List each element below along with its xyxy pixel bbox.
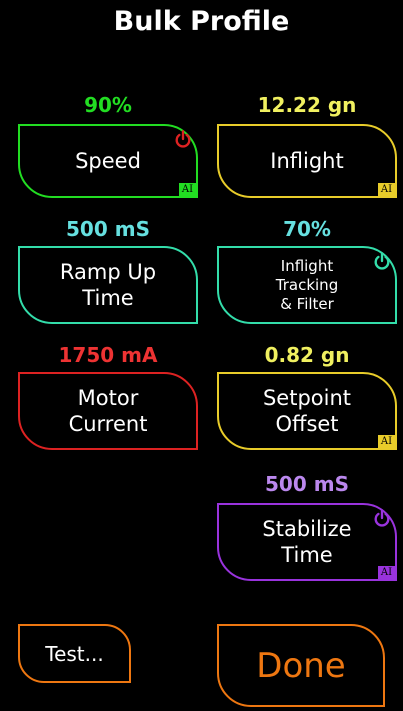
stabilize-button[interactable]: Stabilize Time AI xyxy=(217,503,397,581)
inflight-tracking-label-line2: Tracking xyxy=(275,275,339,294)
inflight-tracking-label-line3: & Filter xyxy=(280,294,334,313)
test-button[interactable]: Test... xyxy=(18,624,131,683)
ramp-up-button[interactable]: Ramp Up Time xyxy=(18,246,198,324)
power-icon[interactable] xyxy=(373,509,391,527)
setpoint-offset-value: 0.82 gn xyxy=(264,343,350,367)
ai-badge: AI xyxy=(179,183,196,196)
test-label: Test... xyxy=(45,641,104,666)
done-label: Done xyxy=(256,645,346,686)
motor-current-label-line1: Motor xyxy=(77,386,139,410)
motor-current-label-line2: Current xyxy=(68,412,148,436)
inflight-tracking-button[interactable]: Inflight Tracking & Filter xyxy=(217,246,397,324)
setpoint-offset-label-line2: Offset xyxy=(275,412,339,436)
ramp-up-label-line2: Time xyxy=(82,286,134,310)
inflight-tracking-value: 70% xyxy=(283,217,331,241)
ai-badge: AI xyxy=(378,183,395,196)
inflight-button[interactable]: Inflight AI xyxy=(217,124,397,198)
ai-badge: AI xyxy=(378,435,395,448)
speed-button[interactable]: Speed AI xyxy=(18,124,198,198)
stabilize-label-line2: Time xyxy=(281,543,333,567)
motor-current-value: 1750 mA xyxy=(58,343,158,367)
power-icon[interactable] xyxy=(373,252,391,270)
done-button[interactable]: Done xyxy=(217,624,385,707)
setpoint-offset-button[interactable]: Setpoint Offset AI xyxy=(217,372,397,450)
motor-current-button[interactable]: Motor Current xyxy=(18,372,198,450)
stabilize-label-line1: Stabilize xyxy=(262,517,352,541)
power-icon[interactable] xyxy=(174,130,192,148)
inflight-tracking-label-line1: Inflight xyxy=(280,256,334,275)
ramp-up-label-line1: Ramp Up xyxy=(59,260,157,284)
stabilize-value: 500 mS xyxy=(265,472,349,496)
ramp-up-value: 500 mS xyxy=(66,217,150,241)
setpoint-offset-label-line1: Setpoint xyxy=(262,386,352,410)
ai-badge: AI xyxy=(378,566,395,579)
speed-value: 90% xyxy=(84,93,132,117)
speed-label: Speed xyxy=(75,149,141,173)
inflight-value: 12.22 gn xyxy=(257,93,357,117)
page-title: Bulk Profile xyxy=(113,6,290,37)
inflight-label: Inflight xyxy=(270,149,344,173)
